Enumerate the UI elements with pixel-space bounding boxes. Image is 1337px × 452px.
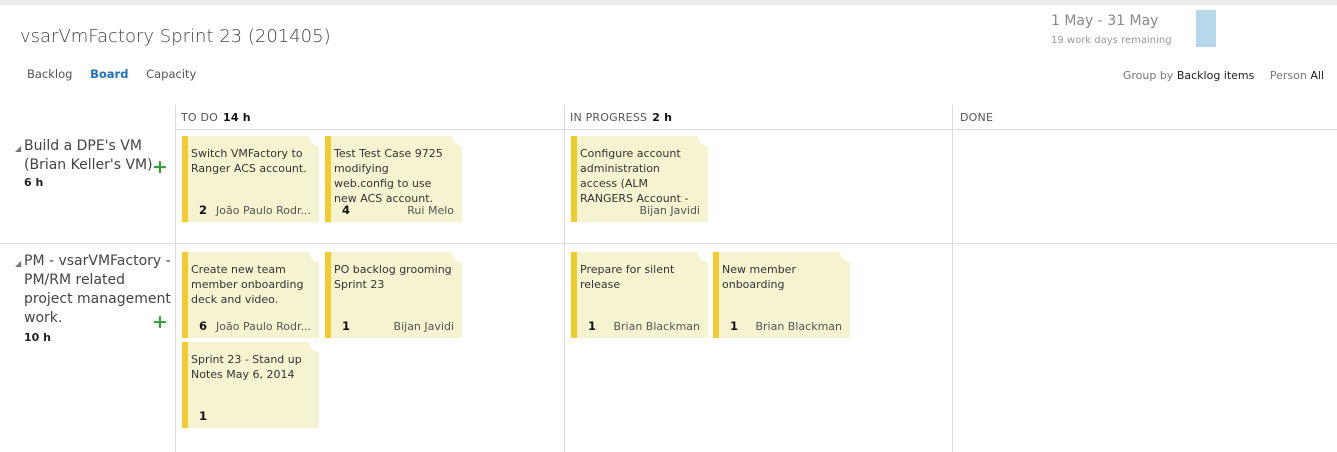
task-owner[interactable]: Brian Blackman (602, 320, 700, 333)
expander-icon[interactable]: ◢ (15, 144, 21, 153)
task-title: Configure account administration access … (580, 147, 689, 205)
task-estimate: 1 (199, 409, 208, 423)
task-card[interactable]: Prepare for silent release 1 Brian Black… (571, 252, 708, 338)
board-nav: Backlog Board Capacity (27, 67, 210, 81)
plus-icon[interactable]: + (152, 313, 168, 332)
group-by-label: Group by (1122, 69, 1174, 82)
sprint-date-range: 1 May - 31 May (1051, 13, 1159, 29)
person-filter-value[interactable]: All (1310, 69, 1324, 82)
plus-icon[interactable]: + (152, 158, 168, 177)
task-estimate: 1 (730, 319, 739, 333)
column-divider (564, 105, 565, 452)
column-name: TO DO (181, 111, 219, 124)
backlog-item-hours: 10 h (24, 331, 51, 344)
column-name: DONE (960, 111, 994, 124)
task-title: Prepare for silent release (580, 263, 675, 291)
nav-board-link[interactable]: Board (90, 67, 128, 81)
task-card[interactable]: Switch VMFactory to Ranger ACS account. … (182, 136, 319, 222)
task-estimate: 1 (342, 319, 351, 333)
task-estimate: 4 (342, 203, 351, 217)
task-card[interactable]: New member onboarding 1 Brian Blackman (713, 252, 850, 338)
work-days-remaining: 19 work days remaining (1051, 35, 1172, 46)
group-by-control: Group by Backlog items Person All (1123, 69, 1324, 82)
task-estimate: 1 (588, 319, 597, 333)
nav-capacity-link[interactable]: Capacity (146, 67, 196, 81)
task-owner[interactable]: Rui Melo (356, 204, 454, 217)
backlog-item-hours: 6 h (24, 176, 44, 189)
task-card[interactable]: PO backlog grooming Sprint 23 1 Bijan Ja… (325, 252, 462, 338)
task-card[interactable]: Configure account administration access … (571, 136, 708, 222)
group-by-value[interactable]: Backlog items (1177, 69, 1255, 82)
task-title: Create new team member onboarding deck a… (191, 263, 304, 306)
column-divider (952, 105, 953, 452)
column-name: IN PROGRESS (570, 111, 648, 124)
column-header-inprogress: IN PROGRESS 2 h (570, 111, 672, 124)
task-owner[interactable]: João Paulo Rodr... (213, 320, 311, 333)
task-title: Sprint 23 - Stand up Notes May 6, 2014 (191, 353, 302, 381)
task-title: Switch VMFactory to Ranger ACS account. (191, 147, 307, 175)
column-header-todo: TO DO 14 h (181, 111, 251, 124)
page-title: vsarVmFactory Sprint 23 (201405) (20, 26, 331, 47)
top-border (0, 0, 1337, 5)
task-estimate: 2 (199, 203, 208, 217)
task-card[interactable]: Test Test Case 9725 modifying web.config… (325, 136, 462, 222)
nav-backlog-link[interactable]: Backlog (27, 67, 72, 81)
column-divider (175, 105, 176, 452)
task-title: Test Test Case 9725 modifying web.config… (334, 147, 443, 205)
row-divider (0, 243, 1337, 244)
task-owner[interactable]: João Paulo Rodr... (213, 204, 311, 217)
task-estimate: 6 (199, 319, 208, 333)
task-title: PO backlog grooming Sprint 23 (334, 263, 452, 291)
column-hours: 2 h (652, 111, 673, 124)
task-title: New member onboarding (722, 263, 796, 291)
person-filter-label: Person (1269, 69, 1307, 82)
task-owner[interactable]: Brian Blackman (744, 320, 842, 333)
task-card[interactable]: Create new team member onboarding deck a… (182, 252, 319, 338)
expander-icon[interactable]: ◢ (15, 259, 21, 268)
task-owner[interactable]: Bijan Javidi (602, 204, 700, 217)
task-owner[interactable]: Bijan Javidi (356, 320, 454, 333)
burndown-chart[interactable] (1196, 10, 1216, 47)
column-hours: 14 h (223, 111, 251, 124)
task-card[interactable]: Sprint 23 - Stand up Notes May 6, 2014 1 (182, 342, 319, 428)
column-header-done: DONE (960, 111, 993, 124)
header-divider (175, 129, 1337, 130)
